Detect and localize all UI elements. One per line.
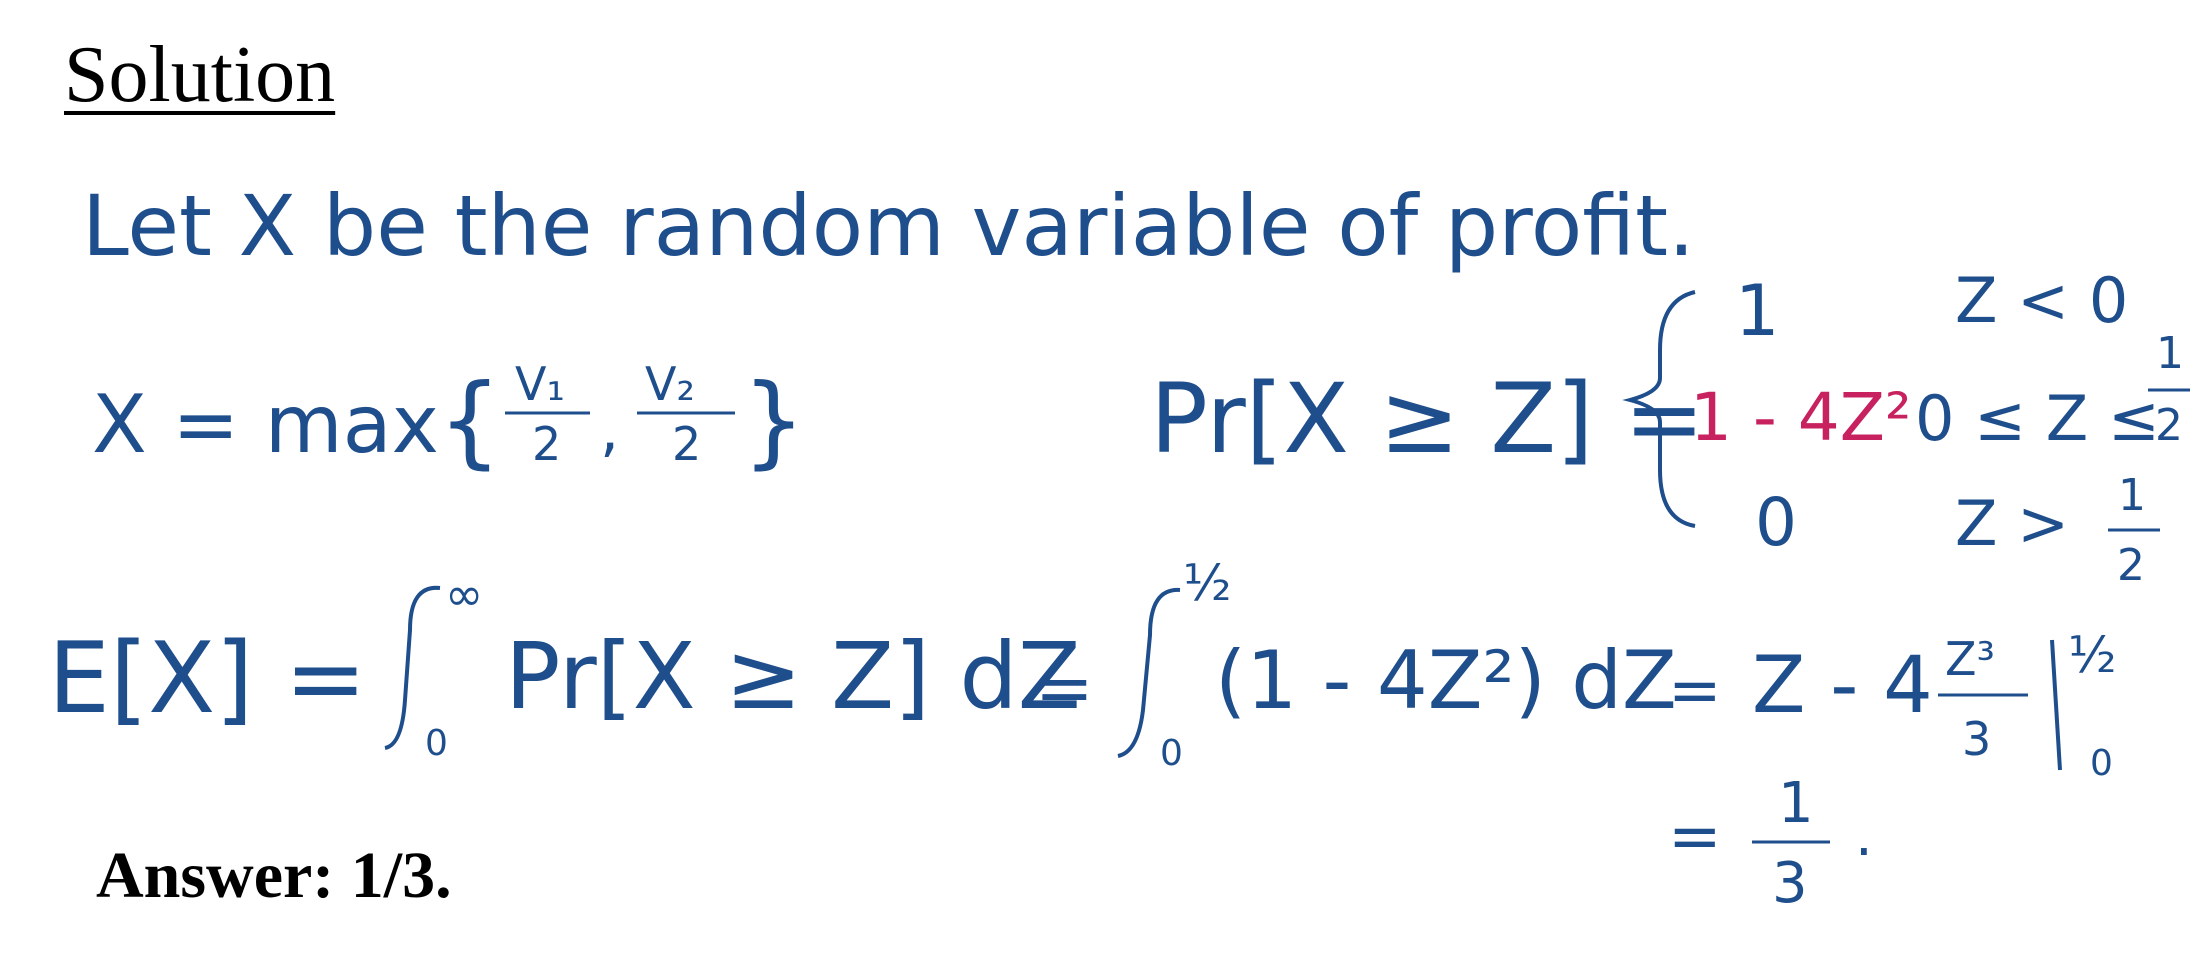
- case2-half-denominator: 2: [2155, 400, 2183, 451]
- integral-sign-2: [1117, 587, 1181, 758]
- solution-page: Solution Let X be the random variable of…: [0, 0, 2208, 958]
- result-denominator: 3: [1772, 851, 1808, 916]
- result-numerator: 1: [1778, 771, 1814, 836]
- antiderivative: Z - 4: [1752, 641, 1933, 731]
- integral2-upper-limit: ½: [1183, 554, 1231, 612]
- right-brace: }: [742, 362, 806, 479]
- antiderivative-denominator: 3: [1962, 712, 1991, 766]
- evaluation-bar: [2050, 639, 2062, 771]
- handwritten-solution: Let X be the random variable of profit. …: [48, 177, 2190, 916]
- case1-value: 1: [1735, 270, 1780, 352]
- final-answer: Answer: 1/3.: [96, 839, 452, 912]
- intro-sentence: Let X be the random variable of profit.: [82, 177, 1695, 275]
- equals-2: =: [1668, 654, 1722, 728]
- integral1-upper-limit: ∞: [445, 567, 483, 621]
- case3-half-numerator: 1: [2118, 470, 2146, 521]
- v2-denominator: 2: [672, 417, 701, 471]
- integral1-lower-limit: 0: [425, 723, 448, 764]
- v1-denominator: 2: [532, 417, 561, 471]
- case2-condition: 0 ≤ Z ≤: [1915, 382, 2160, 455]
- case2-half-numerator: 1: [2156, 328, 2184, 379]
- integrand-1: Pr[X ≥ Z] dZ: [505, 623, 1081, 730]
- probability-lhs: Pr[X ≥ Z] =: [1150, 363, 1705, 475]
- comma: ,: [600, 395, 619, 465]
- antiderivative-numerator: Z³: [1945, 632, 1995, 686]
- left-brace: {: [438, 362, 502, 479]
- case3-value: 0: [1755, 484, 1797, 561]
- case3-condition: Z >: [1955, 487, 2069, 560]
- result-equals: =: [1668, 800, 1722, 874]
- v1-numerator: V₁: [515, 357, 565, 411]
- integral2-lower-limit: 0: [1160, 733, 1183, 774]
- result-period: .: [1855, 804, 1873, 869]
- case2-value: 1 - 4Z²: [1690, 379, 1911, 456]
- integrand-2: (1 - 4Z²) dZ: [1215, 634, 1677, 727]
- equals-1: =: [1035, 647, 1094, 729]
- case1-condition: Z < 0: [1955, 264, 2128, 337]
- evaluation-upper-limit: ½: [2068, 626, 2116, 684]
- evaluation-lower-limit: 0: [2090, 743, 2113, 784]
- expectation-lhs: E[X] =: [48, 622, 367, 736]
- v2-numerator: V₂: [645, 357, 695, 411]
- case3-half-denominator: 2: [2117, 540, 2145, 591]
- x-definition-lhs: X = max: [92, 378, 439, 471]
